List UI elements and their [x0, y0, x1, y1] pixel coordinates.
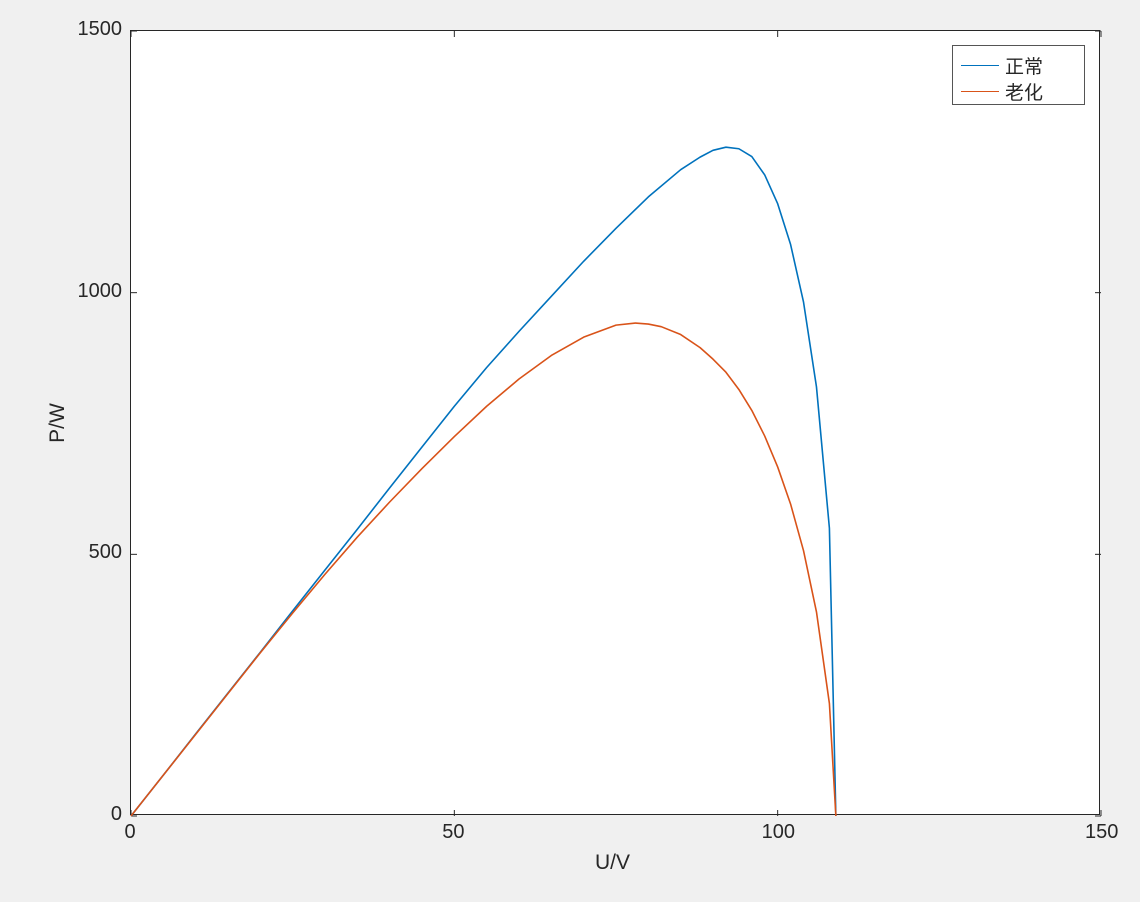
legend-item-aging[interactable]: 老化 — [961, 78, 1043, 105]
legend-swatch-aging — [961, 91, 999, 92]
axes-area[interactable]: 正常 老化 — [130, 30, 1100, 815]
figure: 正常 老化 0 50 100 150 0 500 1000 1500 U/V P… — [0, 0, 1140, 902]
legend-label-aging: 老化 — [1005, 78, 1043, 105]
y-tick-1: 500 — [89, 541, 122, 564]
series-line-1 — [131, 323, 836, 816]
y-tick-2: 1000 — [78, 280, 123, 303]
legend-swatch-normal — [961, 65, 999, 66]
legend-item-normal[interactable]: 正常 — [961, 52, 1043, 79]
x-tick-3: 150 — [1085, 821, 1115, 844]
y-tick-0: 0 — [111, 803, 122, 826]
legend-box[interactable]: 正常 老化 — [952, 45, 1085, 105]
legend-label-normal: 正常 — [1005, 52, 1043, 79]
series-line-0 — [131, 147, 836, 816]
x-axis-label: U/V — [595, 851, 630, 875]
x-tick-1: 50 — [438, 821, 468, 844]
plot-svg — [131, 31, 1101, 816]
y-axis-label: P/W — [46, 403, 70, 443]
y-tick-3: 1500 — [78, 18, 123, 41]
x-tick-2: 100 — [762, 821, 792, 844]
